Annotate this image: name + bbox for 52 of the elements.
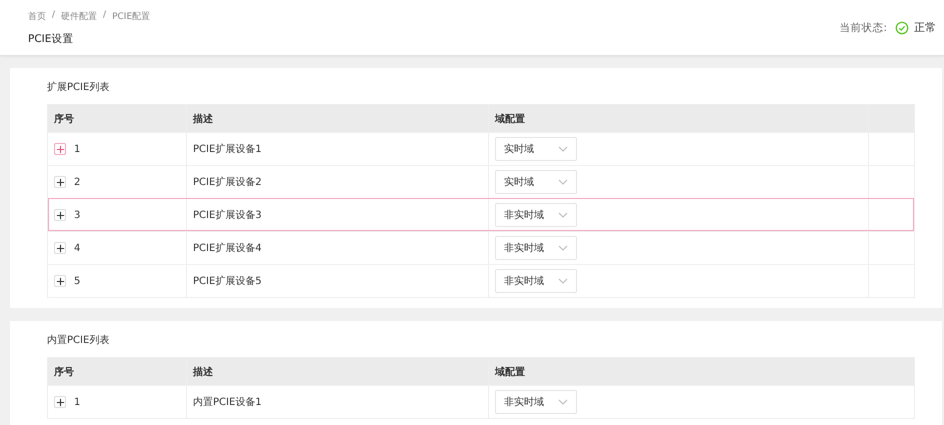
section-title: 扩展PCIE列表 bbox=[47, 80, 110, 94]
table-cell: 4 bbox=[74, 242, 80, 254]
section-title: 内置PCIE列表 bbox=[47, 334, 110, 347]
status-label: 当前状态: bbox=[839, 20, 887, 34]
column-header: 描述 bbox=[187, 358, 489, 385]
chevron-down-icon bbox=[558, 212, 568, 218]
chevron-down-icon bbox=[558, 278, 568, 284]
table-cell: 3 bbox=[74, 210, 80, 220]
table-row[interactable]: 1 内置PCIE设备1 非实时域 bbox=[48, 385, 914, 418]
page-title: PCIE设置 bbox=[28, 32, 74, 46]
domain-select[interactable]: 非实时域 bbox=[495, 390, 577, 414]
table-cell-text: PCIE扩展设备3 bbox=[193, 208, 262, 222]
table-cell: 5 bbox=[74, 276, 80, 286]
domain-select[interactable]: 非实时域 bbox=[495, 236, 577, 260]
breadcrumb-link[interactable]: PCIE配置 bbox=[112, 10, 150, 22]
expand-button[interactable] bbox=[54, 209, 66, 221]
chevron-down-icon bbox=[558, 179, 568, 185]
status-value: 正常 bbox=[914, 20, 936, 35]
table-cell-text: PCIE扩展设备4 bbox=[193, 242, 262, 255]
expand-button[interactable] bbox=[54, 275, 66, 287]
column-header: 序号 bbox=[48, 358, 187, 385]
column-header: 域配置 bbox=[489, 105, 869, 132]
chevron-down-icon bbox=[558, 245, 568, 251]
chevron-down-icon bbox=[558, 399, 568, 405]
expand-button[interactable] bbox=[54, 242, 66, 254]
table-cell: 2 bbox=[74, 176, 80, 188]
domain-select[interactable]: 实时域 bbox=[495, 170, 577, 194]
table-row[interactable]: 5 PCIE扩展设备5 非实时域 bbox=[48, 264, 914, 297]
breadcrumb-separator: / bbox=[103, 10, 106, 22]
column-header: 描述 bbox=[187, 105, 489, 132]
table-cell: 1 bbox=[74, 396, 80, 408]
table-cell: 1 bbox=[74, 144, 80, 154]
table-row[interactable]: 4 PCIE扩展设备4 非实时域 bbox=[48, 231, 914, 264]
breadcrumb-separator: / bbox=[52, 10, 56, 22]
table-cell-text: PCIE扩展设备1 bbox=[193, 142, 262, 156]
expand-button[interactable] bbox=[54, 176, 66, 188]
domain-select[interactable]: 非实时域 bbox=[495, 269, 577, 293]
table-row[interactable]: 3 PCIE扩展设备3 非实时域 bbox=[48, 198, 914, 231]
domain-select[interactable]: 非实时域 bbox=[495, 203, 577, 227]
expand-button[interactable] bbox=[54, 396, 66, 408]
breadcrumb-link[interactable]: 硬件配置 bbox=[61, 10, 98, 22]
table-row[interactable]: 2 PCIE扩展设备2 实时域 bbox=[48, 165, 914, 198]
check-circle-icon bbox=[895, 20, 909, 34]
breadcrumb-link[interactable]: 首页 bbox=[28, 10, 46, 22]
domain-select[interactable]: 实时域 bbox=[495, 137, 577, 161]
column-header: 序号 bbox=[48, 105, 187, 132]
chevron-down-icon bbox=[558, 146, 568, 152]
table-cell-text: PCIE扩展设备5 bbox=[193, 274, 262, 288]
table-cell-text: 内置PCIE设备1 bbox=[193, 396, 262, 409]
column-header: 域配置 bbox=[494, 366, 526, 380]
table-cell-text: PCIE扩展设备2 bbox=[193, 176, 262, 189]
table-row[interactable]: 1 PCIE扩展设备1 实时域 bbox=[48, 132, 914, 165]
